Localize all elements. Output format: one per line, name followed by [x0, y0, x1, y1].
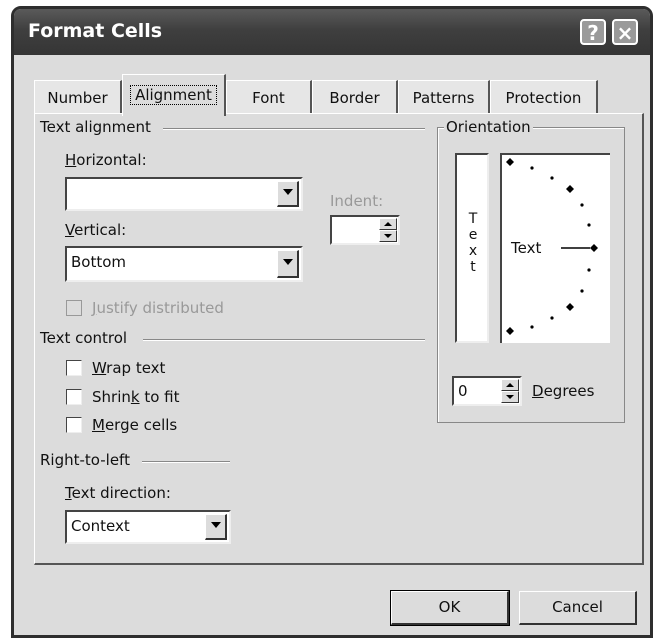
wrap-text-checkbox[interactable]: [66, 360, 82, 376]
degrees-label-text: egrees: [543, 382, 595, 400]
indent-spin-buttons[interactable]: [379, 218, 397, 242]
horizontal-accesskey: H: [65, 151, 77, 169]
tab-label: Border: [329, 89, 380, 107]
indent-spinner[interactable]: [330, 215, 400, 245]
tab-label: Protection: [505, 89, 582, 107]
shrink-to-fit-checkbox[interactable]: [66, 389, 82, 405]
dial-tick: [587, 268, 591, 272]
direction-accesskey: T: [65, 484, 72, 502]
orientation-group-label: Orientation: [444, 118, 533, 136]
vertical-text-letter: e: [468, 227, 478, 243]
chevron-down-icon: [283, 259, 293, 265]
tab-alignment[interactable]: Alignment: [122, 74, 226, 116]
vertical-text: T e x t: [468, 211, 478, 275]
dial-marker-bottom: [506, 327, 514, 335]
right-to-left-group-label: Right-to-left: [40, 451, 130, 469]
dial-tick: [530, 325, 534, 329]
merge-accesskey: M: [92, 416, 105, 434]
ok-button[interactable]: OK: [390, 590, 510, 626]
wrap-label-text: rap text: [106, 359, 166, 377]
help-button[interactable]: ?: [580, 19, 606, 45]
close-button[interactable]: ×: [612, 19, 638, 45]
tab-border[interactable]: Border: [312, 80, 398, 114]
dial-tick: [530, 166, 534, 170]
vertical-label-text: ertical:: [74, 221, 127, 239]
close-icon: ×: [616, 21, 634, 45]
wrap-accesskey: W: [92, 359, 107, 377]
degrees-label: Degrees: [532, 382, 594, 400]
merge-cells-checkbox[interactable]: [66, 417, 82, 433]
degrees-spin-buttons[interactable]: [501, 379, 519, 403]
dial-marker-45: [566, 185, 574, 193]
text-direction-value: Context: [71, 517, 130, 535]
text-direction-select[interactable]: Context: [65, 510, 231, 544]
justify-label-text: ustify distributed: [96, 299, 224, 317]
dial-text: Text: [511, 239, 542, 257]
text-alignment-separator: [163, 128, 425, 130]
shrink-label-pre: Shrin: [92, 388, 131, 406]
vertical-text-orientation[interactable]: T e x t: [455, 153, 489, 343]
merge-label-text: erge cells: [104, 416, 178, 434]
tab-protection[interactable]: Protection: [490, 80, 598, 114]
spin-up-icon[interactable]: [379, 218, 397, 230]
vertical-dropdown-button[interactable]: [277, 250, 299, 278]
text-alignment-group-label: Text alignment: [40, 118, 151, 136]
tab-patterns[interactable]: Patterns: [398, 80, 490, 114]
spin-down-icon[interactable]: [379, 230, 397, 242]
vertical-text-letter: x: [468, 243, 478, 259]
vertical-accesskey: V: [65, 221, 75, 239]
merge-cells-label: Merge cells: [92, 416, 177, 434]
dial-marker-neg45: [566, 303, 574, 311]
tab-font[interactable]: Font: [226, 80, 312, 114]
direction-label-text: ext direction:: [71, 484, 171, 502]
vertical-select[interactable]: Bottom: [65, 246, 303, 282]
horizontal-label: Horizontal:: [65, 151, 147, 169]
text-control-group-label: Text control: [40, 329, 128, 347]
horizontal-label-text: orizontal:: [76, 151, 147, 169]
dial-tick: [580, 203, 584, 207]
vertical-label: Vertical:: [65, 221, 126, 239]
spin-up-icon[interactable]: [501, 379, 519, 391]
shrink-to-fit-label: Shrink to fit: [92, 388, 180, 406]
indent-label: Indent:: [330, 192, 384, 210]
vertical-text-letter: t: [470, 259, 476, 275]
degrees-accesskey: D: [532, 382, 544, 400]
wrap-text-label: Wrap text: [92, 359, 165, 377]
right-to-left-separator: [142, 461, 230, 463]
horizontal-select[interactable]: [65, 177, 303, 211]
chevron-down-icon: [283, 189, 293, 195]
spin-down-icon[interactable]: [501, 391, 519, 403]
tab-number[interactable]: Number: [34, 80, 122, 114]
dial-tick: [587, 223, 591, 227]
title-bar: Format Cells ? ×: [14, 9, 650, 55]
dial-tick: [550, 176, 554, 180]
tab-label: Alignment: [130, 85, 217, 105]
dial-tick: [580, 289, 584, 293]
text-control-separator: [143, 339, 425, 341]
horizontal-dropdown-button[interactable]: [277, 181, 299, 207]
vertical-value: Bottom: [71, 253, 127, 271]
cancel-button[interactable]: Cancel: [519, 591, 637, 625]
chevron-down-icon: [211, 522, 221, 528]
tab-label: Number: [47, 89, 108, 107]
shrink-accesskey: k: [130, 388, 140, 406]
orientation-dial[interactable]: Text: [500, 153, 610, 343]
degrees-spinner[interactable]: 0: [452, 376, 522, 406]
shrink-label-text: to fit: [139, 388, 180, 406]
dialog-title: Format Cells: [28, 20, 163, 42]
tab-label: Patterns: [412, 89, 475, 107]
vertical-text-letter: T: [468, 211, 478, 227]
text-direction-label: Text direction:: [65, 484, 171, 502]
direction-dropdown-button[interactable]: [205, 514, 227, 540]
degrees-value: 0: [458, 382, 468, 400]
tab-label: Font: [252, 89, 285, 107]
dial-marker-0: [590, 244, 598, 252]
justify-distributed-label: Justify distributed: [92, 299, 224, 317]
justify-distributed-checkbox[interactable]: [66, 300, 82, 316]
dial-marker-top: [506, 158, 514, 166]
dial-tick: [550, 316, 554, 320]
